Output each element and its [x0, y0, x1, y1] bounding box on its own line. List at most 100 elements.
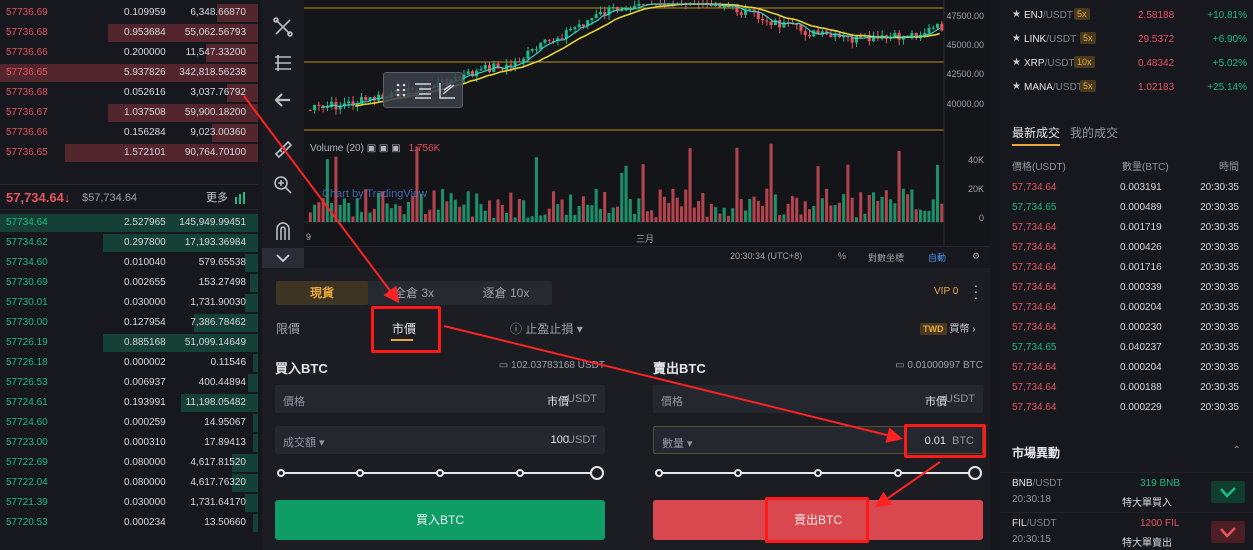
bid-row[interactable]: 57722.04 0.080000 4,617.76320 — [0, 473, 258, 493]
tab-isolated-margin[interactable]: 逐倉 10x — [460, 281, 552, 305]
percent-scale-toggle[interactable]: % — [838, 251, 846, 261]
market-move-item[interactable]: BNB/USDT 20:30:18 319 BNB 特大單買入 — [1000, 472, 1253, 510]
candle-body — [517, 61, 521, 63]
sell-percent-slider[interactable] — [655, 466, 982, 480]
trade-price: 57,734.65 — [1012, 202, 1057, 213]
volume-bar — [778, 215, 782, 222]
order-price: 57734.60 — [6, 257, 48, 268]
toolbar-collapse-button[interactable] — [262, 248, 304, 268]
tab-my-trades[interactable]: 我的成交 — [1070, 126, 1118, 140]
collapse-icon[interactable]: ⌃ — [1233, 445, 1241, 456]
buy-button[interactable]: 買入BTC — [275, 500, 605, 540]
star-icon[interactable]: ★ — [1012, 57, 1021, 68]
price-chart[interactable]: 47500.00 45000.00 42500.00 40000.00 40K … — [304, 0, 990, 246]
magnet-icon[interactable] — [272, 220, 294, 242]
volume-indicator-title: Volume (20) ▣ ▣ ▣ 1.756K — [310, 143, 441, 154]
ask-row[interactable]: 57736.66 0.156284 9,023.00360 — [0, 123, 258, 143]
bid-row[interactable]: 57734.62 0.297800 17,193.36984 — [0, 233, 258, 253]
order-amount: 0.006937 — [124, 377, 166, 388]
order-amount: 0.030000 — [124, 497, 166, 508]
trade-price: 57,734.64 — [1012, 182, 1057, 193]
bid-row[interactable]: 57720.53 0.000234 13.50660 — [0, 513, 258, 533]
line-style-icon[interactable] — [436, 79, 458, 101]
candle-body — [308, 109, 312, 111]
vip-level-badge[interactable]: VIP 0 — [934, 286, 958, 297]
tab-spot[interactable]: 現貨 — [276, 281, 368, 305]
list-lines-icon[interactable] — [412, 79, 434, 101]
sell-price-field[interactable]: 價格 市價 USDT — [653, 385, 983, 413]
ask-row[interactable]: 57736.67 1.037508 59,900.18200 — [0, 103, 258, 123]
bid-row[interactable]: 57726.53 0.006937 400.44894 — [0, 373, 258, 393]
candle-body — [573, 27, 577, 29]
chart-clock: 20:30:34 (UTC+8) — [730, 251, 803, 261]
bid-row[interactable]: 57734.64 2.527965 145,949.99451 — [0, 213, 258, 233]
buy-percent-slider[interactable] — [277, 466, 604, 480]
tab-cross-margin[interactable]: 全倉 3x — [368, 281, 460, 305]
cross-lines-icon[interactable] — [272, 16, 294, 38]
volume-bar — [581, 196, 585, 222]
favorite-item[interactable]: ★ ENJ/USDT 5x 2.58188 +10.81% — [1000, 4, 1253, 28]
bid-row[interactable]: 57721.39 0.030000 1,731.64170 — [0, 493, 258, 513]
pair-base: MANA — [1024, 82, 1053, 93]
log-scale-toggle[interactable]: 對數坐標 — [868, 251, 904, 264]
zoom-icon[interactable] — [272, 174, 294, 196]
order-price: 57736.65 — [6, 147, 48, 158]
candle-body — [483, 64, 487, 70]
ask-row[interactable]: 57736.68 0.953684 55,062.56793 — [0, 23, 258, 43]
back-arrow-icon[interactable] — [272, 89, 294, 111]
bid-row[interactable]: 57724.61 0.193991 11,198.05482 — [0, 393, 258, 413]
pair-name: XRP/USDT — [1024, 58, 1075, 69]
auto-scale-toggle[interactable]: 自動 — [928, 251, 946, 264]
favorite-item[interactable]: ★ MANA/USDT 5x 1.02183 +25.14% — [1000, 76, 1253, 100]
trade-qty: 0.000489 — [1120, 202, 1162, 213]
bid-row[interactable]: 57724.60 0.000259 14.95067 — [0, 413, 258, 433]
favorite-item[interactable]: ★ LINK/USDT 5x 29.5372 +6.90% — [1000, 28, 1253, 52]
volume-bar — [453, 199, 457, 222]
more-options-icon[interactable]: · · · — [972, 278, 980, 304]
volume-bar — [927, 210, 931, 222]
bid-row[interactable]: 57730.00 0.127954 7,386.78462 — [0, 313, 258, 333]
order-price: 57726.18 — [6, 357, 48, 368]
volume-bar — [893, 203, 897, 222]
order-amount: 0.156284 — [124, 127, 166, 138]
more-link[interactable]: 更多 — [206, 185, 228, 211]
ask-row[interactable]: 57736.68 0.052616 3,037.76792 — [0, 83, 258, 103]
ruler-icon[interactable] — [272, 138, 294, 160]
bid-row[interactable]: 57723.00 0.000310 17.89413 — [0, 433, 258, 453]
market-move-item[interactable]: FIL/USDT 20:30:15 1200 FIL 特大單賣出 — [1000, 512, 1253, 550]
bid-row[interactable]: 57722.69 0.080000 4,617.81520 — [0, 453, 258, 473]
ask-row[interactable]: 57736.66 0.200000 11,547.33200 — [0, 43, 258, 63]
star-icon[interactable]: ★ — [1012, 81, 1021, 92]
order-tab-limit[interactable]: 限價 — [276, 320, 300, 337]
bid-row[interactable]: 57730.69 0.002655 153.27498 — [0, 273, 258, 293]
ask-row[interactable]: 57736.65 1.572101 90,764.70100 — [0, 143, 258, 163]
buy-price-field[interactable]: 價格 市價 USDT — [275, 385, 605, 413]
depth-bars-icon[interactable] — [234, 192, 246, 204]
candle-body — [633, 5, 637, 8]
bid-row[interactable]: 57734.60 0.010040 579.65538 — [0, 253, 258, 273]
order-price: 57723.00 — [6, 437, 48, 448]
volume-bar — [513, 217, 517, 222]
order-tab-stop-limit[interactable]: ⓘ 止盈止損 ▾ — [510, 320, 583, 337]
price-axis-label: 47500.00 — [946, 11, 984, 21]
volume-bar — [714, 207, 718, 222]
order-total: 9,023.00360 — [190, 127, 246, 138]
volume-bar — [398, 205, 402, 222]
buy-crypto-link[interactable]: TWD 買幣 › — [920, 320, 976, 335]
favorite-item[interactable]: ★ XRP/USDT 10x 0.48342 +5.02% — [1000, 52, 1253, 76]
ask-row[interactable]: 57736.65 5.937826 342,818.56238 — [0, 63, 258, 83]
order-amount: 1.572101 — [124, 147, 166, 158]
ask-row[interactable]: 57736.69 0.109959 6,348.66870 — [0, 3, 258, 23]
bid-row[interactable]: 57726.19 0.885168 51,099.14649 — [0, 333, 258, 353]
buy-total-field[interactable]: 成交額 ▾ 100 USDT — [275, 426, 605, 454]
tab-latest-trades[interactable]: 最新成交 — [1012, 126, 1060, 140]
bid-row[interactable]: 57730.01 0.030000 1,731.90030 — [0, 293, 258, 313]
star-icon[interactable]: ★ — [1012, 33, 1021, 44]
grip-icon[interactable] — [390, 79, 412, 101]
fib-icon[interactable] — [272, 52, 294, 74]
bid-row[interactable]: 57726.18 0.000002 0.11546 — [0, 353, 258, 373]
chevron-down-icon — [276, 254, 290, 263]
gear-icon[interactable]: ⚙ — [972, 251, 980, 262]
volume-bar — [624, 165, 628, 222]
star-icon[interactable]: ★ — [1012, 9, 1021, 20]
